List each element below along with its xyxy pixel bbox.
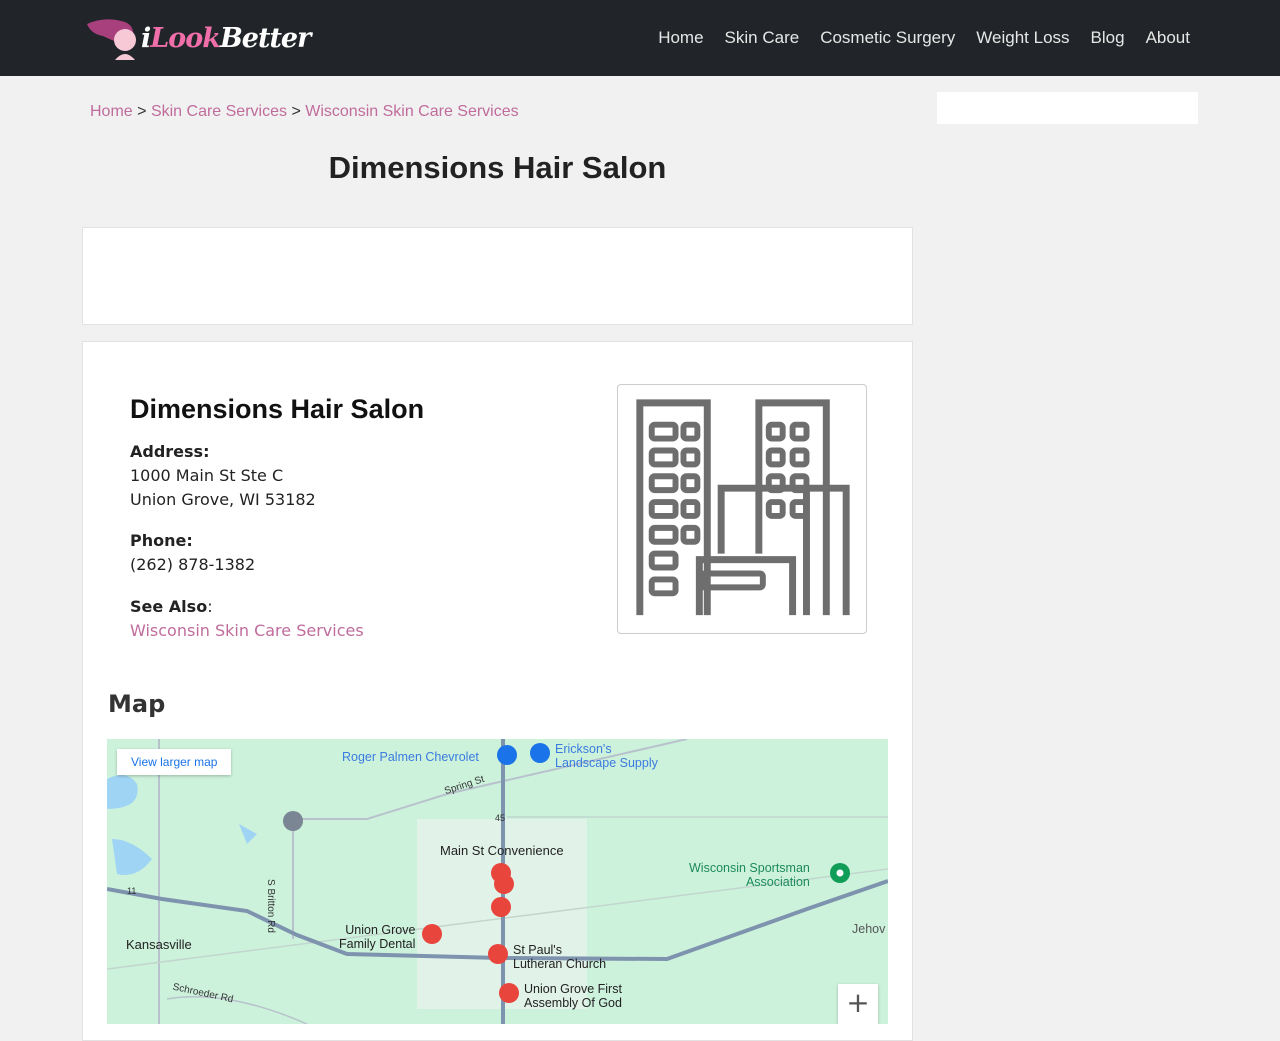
breadcrumb-separator: > <box>137 103 147 120</box>
map-label-main-st[interactable]: Main St Convenience <box>440 844 564 858</box>
route-45-label: 45 <box>495 813 506 823</box>
address-line2: Union Grove, WI 53182 <box>130 490 316 509</box>
label-line: St Paul's <box>513 943 562 957</box>
ad-box <box>82 227 913 325</box>
business-info: Address: 1000 Main St Ste C Union Grove,… <box>130 440 364 643</box>
phone-value: (262) 878-1382 <box>130 555 256 574</box>
site-logo[interactable]: iLookBetter <box>85 14 325 62</box>
map-label-roger[interactable]: Roger Palmen Chevrolet <box>342 750 479 764</box>
map-heading: Map <box>108 690 166 718</box>
label-line: Family Dental <box>339 937 416 951</box>
breadcrumb: Home > Skin Care Services > Wisconsin Sk… <box>90 103 519 121</box>
nav-weight-loss[interactable]: Weight Loss <box>976 28 1069 48</box>
map-label-erickson[interactable]: Erickson's Landscape Supply <box>555 742 658 770</box>
breadcrumb-separator: > <box>291 103 301 120</box>
zoom-in-button[interactable]: + <box>838 984 878 1024</box>
map-label-wsa[interactable]: Wisconsin Sportsman Association <box>689 861 810 889</box>
map-label-st-pauls[interactable]: St Paul's Lutheran Church <box>513 943 606 971</box>
see-also-label: See Also <box>130 597 208 616</box>
nav-skin-care[interactable]: Skin Care <box>725 28 800 48</box>
map-label-jehov: Jehov <box>852 922 886 936</box>
phone-label: Phone: <box>130 531 193 550</box>
main-nav: Home Skin Care Cosmetic Surgery Weight L… <box>658 28 1190 48</box>
business-name: Dimensions Hair Salon <box>130 394 425 424</box>
label-line: Lutheran Church <box>513 957 607 971</box>
see-also-link[interactable]: Wisconsin Skin Care Services <box>130 621 364 640</box>
nav-home[interactable]: Home <box>658 28 703 48</box>
breadcrumb-home[interactable]: Home <box>90 103 133 120</box>
label-line: Wisconsin Sportsman <box>689 861 810 875</box>
label-line: Assembly Of God <box>524 996 622 1010</box>
map-embed[interactable]: View larger map Roger Palmen Chevrolet E… <box>107 739 888 1024</box>
map-label-ugf[interactable]: Union Grove First Assembly Of God <box>524 982 622 1010</box>
address-line1: 1000 Main St Ste C <box>130 466 284 485</box>
label-line: Association <box>745 875 810 889</box>
label-line: Landscape Supply <box>555 756 658 770</box>
logo-face-icon <box>87 19 136 60</box>
label-line: Union Grove First <box>524 982 622 996</box>
nav-about[interactable]: About <box>1146 28 1190 48</box>
logo-text: iLookBetter <box>141 22 311 54</box>
map-label-dental[interactable]: Union Grove Family Dental <box>339 923 415 951</box>
page-title: Dimensions Hair Salon <box>328 150 667 185</box>
nav-blog[interactable]: Blog <box>1091 28 1125 48</box>
sidebar-box <box>937 92 1198 124</box>
breadcrumb-wisconsin[interactable]: Wisconsin Skin Care Services <box>305 103 518 120</box>
address-label: Address: <box>130 442 210 461</box>
top-navbar: iLookBetter Home Skin Care Cosmetic Surg… <box>0 0 1280 76</box>
route-11-label: 11 <box>127 886 137 896</box>
breadcrumb-skin-care[interactable]: Skin Care Services <box>151 103 287 120</box>
map-label-britton: S Britton Rd <box>265 879 276 933</box>
label-line: Union Grove <box>345 923 416 937</box>
nav-cosmetic-surgery[interactable]: Cosmetic Surgery <box>820 28 955 48</box>
label-line: Erickson's <box>555 742 612 756</box>
business-image <box>617 384 867 634</box>
colon: : <box>207 597 213 616</box>
map-label-kansasville: Kansasville <box>126 937 192 952</box>
buildings-icon <box>636 399 850 616</box>
view-larger-map-link[interactable]: View larger map <box>117 749 232 775</box>
